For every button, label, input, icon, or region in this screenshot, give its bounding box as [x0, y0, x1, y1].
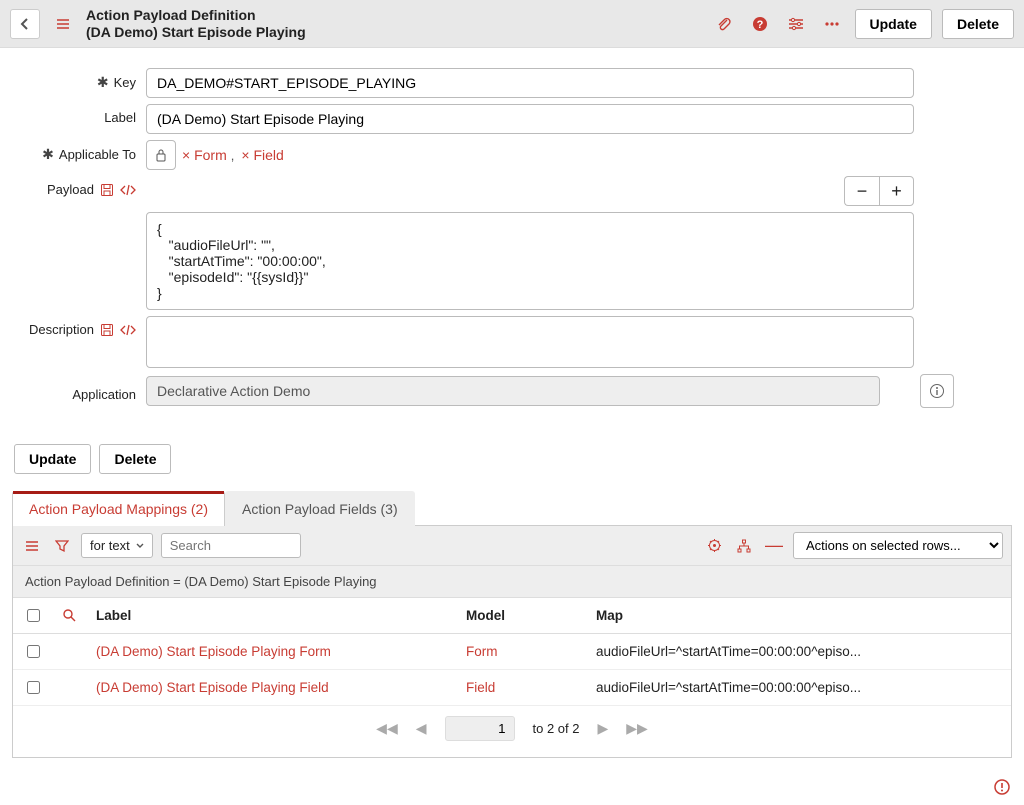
- lock-button[interactable]: [146, 140, 176, 170]
- label-description: Description: [29, 322, 94, 337]
- label-applicable-to: Applicable To: [59, 147, 136, 162]
- list-menu-icon[interactable]: [21, 535, 43, 557]
- info-button[interactable]: [920, 374, 954, 408]
- required-mark: ✱: [97, 74, 109, 91]
- header-bar: Action Payload Definition (DA Demo) Star…: [0, 0, 1024, 48]
- table-row: (DA Demo) Start Episode Playing Form For…: [13, 634, 1011, 670]
- table-row: (DA Demo) Start Episode Playing Field Fi…: [13, 670, 1011, 706]
- description-textarea[interactable]: [146, 316, 914, 368]
- row-label-link[interactable]: (DA Demo) Start Episode Playing Form: [96, 644, 331, 659]
- row-model-link[interactable]: Form: [466, 644, 498, 659]
- chevron-left-icon: [20, 17, 30, 31]
- remove-icon[interactable]: —: [763, 535, 785, 557]
- hierarchy-icon[interactable]: [733, 535, 755, 557]
- pager-first[interactable]: ◀◀: [376, 720, 398, 737]
- col-map[interactable]: Map: [586, 598, 1011, 634]
- delete-button[interactable]: Delete: [942, 9, 1014, 39]
- tab-mappings[interactable]: Action Payload Mappings (2): [12, 491, 225, 526]
- expand-button[interactable]: +: [879, 176, 914, 206]
- list-panel: for text — Actions on selected rows... A…: [12, 526, 1012, 758]
- settings-icon[interactable]: [783, 11, 809, 37]
- error-icon[interactable]: [994, 779, 1010, 795]
- pager-prev[interactable]: ◀: [416, 720, 427, 737]
- required-mark: ✱: [42, 146, 54, 163]
- pager-last[interactable]: ▶▶: [626, 720, 648, 737]
- save-icon[interactable]: [99, 322, 115, 338]
- search-mode-label: for text: [90, 538, 130, 553]
- row-label-link[interactable]: (DA Demo) Start Episode Playing Field: [96, 680, 329, 695]
- save-icon[interactable]: [99, 182, 115, 198]
- label-payload: Payload: [47, 182, 94, 197]
- tab-fields[interactable]: Action Payload Fields (3): [225, 491, 415, 526]
- label-key: Key: [114, 75, 136, 90]
- select-all-checkbox[interactable]: [27, 609, 40, 622]
- label-application: Application: [72, 387, 136, 402]
- row-map: audioFileUrl=^startAtTime=00:00:00^episo…: [586, 670, 1011, 706]
- lock-icon: [155, 148, 167, 162]
- application-input: [146, 376, 880, 406]
- row-model-link[interactable]: Field: [466, 680, 495, 695]
- list-toolbar: for text — Actions on selected rows...: [13, 526, 1011, 565]
- back-button[interactable]: [10, 9, 40, 39]
- code-icon[interactable]: [120, 322, 136, 338]
- header-title-line1: Action Payload Definition: [86, 7, 701, 23]
- pager: ◀◀ ◀ to 2 of 2 ▶ ▶▶: [13, 706, 1011, 757]
- list-search-input[interactable]: [161, 533, 301, 558]
- filter-icon[interactable]: [51, 535, 73, 557]
- caret-down-icon: [136, 543, 144, 549]
- header-title: Action Payload Definition (DA Demo) Star…: [86, 7, 701, 39]
- row-checkbox[interactable]: [27, 645, 40, 658]
- attachment-icon[interactable]: [711, 11, 737, 37]
- pager-current-input[interactable]: [445, 716, 515, 741]
- search-column-icon[interactable]: [63, 609, 76, 622]
- header-title-line2: (DA Demo) Start Episode Playing: [86, 24, 701, 40]
- label-label: Label: [104, 110, 136, 125]
- data-table: Label Model Map (DA Demo) Start Episode …: [13, 597, 1011, 706]
- footer-buttons: Update Delete: [0, 432, 1024, 490]
- actions-select[interactable]: Actions on selected rows...: [793, 532, 1003, 559]
- collapse-button[interactable]: −: [844, 176, 879, 206]
- label-input[interactable]: [146, 104, 914, 134]
- delete-button-footer[interactable]: Delete: [99, 444, 171, 474]
- help-icon[interactable]: ?: [747, 11, 773, 37]
- svg-text:?: ?: [756, 19, 763, 31]
- key-input[interactable]: [146, 68, 914, 98]
- search-mode-selector[interactable]: for text: [81, 533, 153, 558]
- list-breadcrumb[interactable]: Action Payload Definition = (DA Demo) St…: [13, 565, 1011, 597]
- form-area: ✱ Key Label ✱ Applicable To: [0, 48, 1024, 432]
- col-model[interactable]: Model: [456, 598, 586, 634]
- context-menu-icon[interactable]: [50, 11, 76, 37]
- pager-next[interactable]: ▶: [597, 720, 608, 737]
- chip-form[interactable]: × Form: [182, 147, 227, 163]
- row-checkbox[interactable]: [27, 681, 40, 694]
- info-icon: [929, 383, 945, 399]
- row-map: audioFileUrl=^startAtTime=00:00:00^episo…: [586, 634, 1011, 670]
- update-button[interactable]: Update: [855, 9, 932, 39]
- more-icon[interactable]: [819, 11, 845, 37]
- tabs-strip: Action Payload Mappings (2) Action Paylo…: [12, 490, 1012, 526]
- payload-textarea[interactable]: { "audioFileUrl": "", "startAtTime": "00…: [146, 212, 914, 310]
- col-label[interactable]: Label: [86, 598, 456, 634]
- pager-range-text: to 2 of 2: [533, 721, 580, 736]
- update-button-footer[interactable]: Update: [14, 444, 91, 474]
- personalize-icon[interactable]: [703, 535, 725, 557]
- chip-field[interactable]: × Field: [241, 147, 283, 163]
- code-icon[interactable]: [120, 182, 136, 198]
